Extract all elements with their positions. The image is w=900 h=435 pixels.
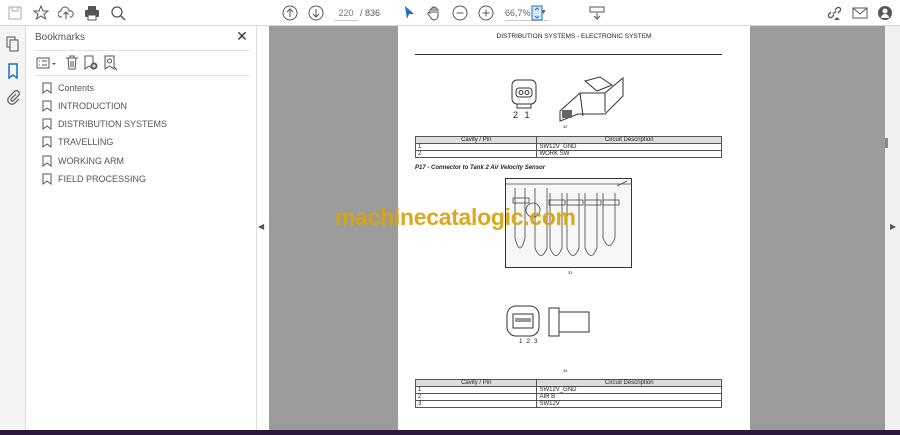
table-row: 2 WORK SW bbox=[414, 150, 722, 158]
cell: 2 bbox=[414, 393, 538, 401]
bookmark-item[interactable]: TRAVELLING bbox=[42, 134, 113, 150]
bookmark-label: WORKING ARM bbox=[58, 156, 125, 166]
divider bbox=[34, 75, 250, 76]
section-title: P17 - Connector to Tank 2 Air Velocity S… bbox=[415, 165, 546, 171]
bookmark-icon bbox=[42, 173, 52, 185]
cell: WORK SW bbox=[536, 150, 722, 158]
bookmark-icon bbox=[42, 100, 52, 112]
zoom-in-button[interactable] bbox=[477, 4, 495, 22]
save-icon[interactable] bbox=[6, 4, 24, 22]
bookmark-label: INTRODUCTION bbox=[58, 101, 127, 111]
bookmarks-icon[interactable] bbox=[5, 63, 21, 84]
cell: SW12V_GND bbox=[536, 143, 722, 151]
pin-labels: 2 1 bbox=[513, 110, 532, 120]
side-rail bbox=[0, 26, 26, 435]
vertical-scrollbar[interactable]: ▶ bbox=[885, 26, 900, 430]
column-header: Circuit Description bbox=[536, 379, 722, 387]
pin-labels: 1 2 3 bbox=[519, 338, 539, 345]
table-row: 1 SW12V_GND bbox=[414, 143, 722, 151]
bookmark-icon bbox=[42, 155, 52, 167]
taskbar-strip bbox=[0, 430, 900, 435]
cell: SW12V_GND bbox=[536, 386, 722, 394]
figure-caption: 32 bbox=[563, 124, 568, 129]
bookmark-item[interactable]: Contents bbox=[42, 80, 94, 96]
figure-caption: 34 bbox=[563, 368, 568, 373]
collapse-panel-arrow[interactable]: ◀ bbox=[258, 222, 264, 231]
circuit-table-1: Cavity / Pin Circuit Description 1 SW12V_G… bbox=[414, 136, 722, 158]
keyboard-scroll-icon[interactable] bbox=[588, 4, 606, 22]
toolbar: 220 / 836 66,7% ▼ bbox=[0, 0, 900, 26]
table-row: 1 SW12V_GND bbox=[414, 386, 722, 394]
close-panel-button[interactable]: ✕ bbox=[234, 28, 250, 45]
attachments-icon[interactable] bbox=[5, 89, 21, 110]
table-header-row: Cavity / Pin Circuit Description bbox=[414, 136, 722, 144]
column-header: Circuit Description bbox=[536, 136, 722, 144]
cell: 3 bbox=[414, 400, 538, 408]
circuit-table-2: Cavity / Pin Circuit Description 1 SW12V_G… bbox=[414, 379, 722, 408]
zoom-out-button[interactable] bbox=[451, 4, 469, 22]
delete-bookmark-icon[interactable] bbox=[65, 55, 79, 75]
bookmark-item[interactable]: WORKING ARM bbox=[42, 153, 124, 169]
expand-right-panel-arrow[interactable]: ▶ bbox=[890, 222, 896, 231]
page-number-input[interactable]: 220 bbox=[334, 5, 358, 21]
print-icon[interactable] bbox=[83, 4, 101, 22]
bookmark-label: Contents bbox=[58, 83, 95, 93]
email-icon[interactable] bbox=[851, 4, 869, 22]
header-rule bbox=[415, 54, 722, 55]
page-header: DISTRIBUTION SYSTEMS - ELECTRONIC SYSTEM bbox=[496, 33, 652, 40]
table-header-row: Cavity / Pin Circuit Description bbox=[414, 379, 722, 387]
upload-cloud-icon[interactable] bbox=[57, 4, 75, 22]
previous-page-button[interactable] bbox=[281, 4, 299, 22]
bookmark-label: FIELD PROCESSING bbox=[58, 174, 147, 184]
search-icon[interactable] bbox=[109, 4, 127, 22]
hand-tool-icon[interactable] bbox=[425, 4, 443, 22]
cell: 1 bbox=[414, 386, 538, 394]
table-row: 3 SW12V bbox=[414, 400, 722, 408]
scroll-position-marker bbox=[885, 138, 888, 148]
bookmark-icon bbox=[42, 136, 52, 148]
column-header: Cavity / Pin bbox=[414, 379, 538, 387]
page-total: / 836 bbox=[360, 8, 381, 18]
bookmark-icon bbox=[42, 82, 52, 94]
find-bookmark-icon[interactable] bbox=[103, 55, 119, 76]
cell: 1 bbox=[414, 143, 538, 151]
column-header: Cavity / Pin bbox=[414, 136, 538, 144]
page-fit-icon[interactable] bbox=[528, 4, 546, 22]
select-cursor-icon[interactable] bbox=[400, 4, 418, 22]
add-bookmark-icon[interactable] bbox=[83, 55, 99, 76]
cell: SW12V bbox=[536, 400, 722, 408]
bookmark-options-menu-icon[interactable] bbox=[36, 56, 58, 75]
bookmark-item[interactable]: DISTRIBUTION SYSTEMS bbox=[42, 116, 167, 132]
bookmark-item[interactable]: FIELD PROCESSING bbox=[42, 171, 146, 187]
divider bbox=[34, 50, 250, 51]
bookmark-icon bbox=[42, 118, 52, 130]
pages-thumbnails-icon[interactable] bbox=[5, 36, 21, 57]
table-row: 2 AIR B bbox=[414, 393, 722, 401]
bookmark-item[interactable]: INTRODUCTION bbox=[42, 98, 127, 114]
cell: AIR B bbox=[536, 393, 722, 401]
star-icon[interactable] bbox=[32, 4, 50, 22]
figure-caption: 33 bbox=[568, 270, 573, 275]
watermark: machinecatalogic.com bbox=[335, 204, 576, 230]
account-icon[interactable] bbox=[876, 4, 894, 22]
cell: 2 bbox=[414, 150, 538, 158]
next-page-button[interactable] bbox=[307, 4, 325, 22]
bookmarks-panel: Bookmarks ✕ Contents INTRODUCTION DISTRI… bbox=[26, 26, 257, 435]
bookmark-label: DISTRIBUTION SYSTEMS bbox=[58, 119, 168, 129]
panel-title: Bookmarks bbox=[35, 32, 86, 43]
bookmark-label: TRAVELLING bbox=[58, 137, 114, 147]
share-link-icon[interactable] bbox=[825, 4, 843, 22]
